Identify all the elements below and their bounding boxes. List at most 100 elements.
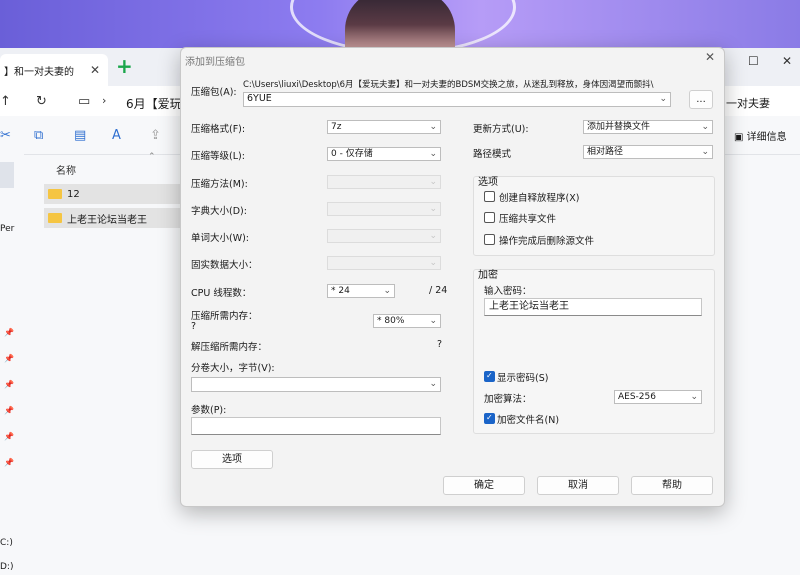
file-row[interactable]: 12 <box>44 184 184 204</box>
word-select[interactable]: ⌄ <box>327 229 441 243</box>
banner-figure <box>345 0 455 48</box>
details-label: 详细信息 <box>746 132 787 143</box>
up-arrow-icon[interactable]: ↑ <box>0 94 11 109</box>
update-select[interactable]: 添加并替换文件 ⌄ <box>583 120 713 134</box>
dict-select[interactable]: ⌄ <box>327 202 441 216</box>
new-tab-icon[interactable]: + <box>116 54 133 78</box>
rename-icon[interactable]: A <box>112 128 121 143</box>
sort-up-icon: ⌃ <box>148 152 156 162</box>
enc-method-select[interactable]: AES-256 ⌄ <box>614 390 702 404</box>
show-password-label[interactable]: 显示密码(S) <box>497 370 548 384</box>
file-row[interactable]: 上老王论坛当老王 <box>44 208 184 228</box>
path-mode-value: 相对路径 <box>587 147 624 157</box>
browse-button[interactable]: ... <box>689 90 713 109</box>
format-value: 7z <box>331 122 342 132</box>
file-name: 12 <box>67 188 80 200</box>
shared-files-label[interactable]: 压缩共享文件 <box>499 211 556 225</box>
computer-icon: ▭ <box>78 94 91 109</box>
solid-select[interactable]: ⌄ <box>327 256 441 270</box>
file-name: 上老王论坛当老王 <box>67 214 147 226</box>
drive-c-label[interactable]: C:) <box>0 538 13 548</box>
show-password-checkbox[interactable] <box>484 371 495 382</box>
folder-icon <box>48 189 62 199</box>
sfx-label[interactable]: 创建自释放程序(X) <box>499 190 579 204</box>
params-input[interactable] <box>191 417 441 435</box>
tab-close-icon[interactable]: ✕ <box>90 63 100 77</box>
share-icon[interactable]: ⇪ <box>150 128 161 143</box>
address-path[interactable]: 6月【爱玩 <box>126 95 182 112</box>
options-button[interactable]: 选项 <box>191 450 273 469</box>
method-select[interactable]: ⌄ <box>327 175 441 189</box>
threads-select[interactable]: * 24 ⌄ <box>327 284 395 298</box>
wallpaper-banner <box>0 0 800 54</box>
volume-combo[interactable]: ⌄ <box>191 377 441 392</box>
decomp-label: 解压缩所需内存： <box>191 342 268 353</box>
explorer-tab[interactable]: 】和一对夫妻的 ✕ <box>0 54 108 86</box>
paste-icon[interactable]: ▤ <box>74 128 86 143</box>
archive-name-combo[interactable]: 6YUE ⌄ <box>243 92 671 107</box>
folder-icon <box>48 213 62 223</box>
password-value: 上老王论坛当老王 <box>489 301 569 312</box>
format-select[interactable]: 7z ⌄ <box>327 120 441 134</box>
params-label: 参数(P): <box>191 405 227 416</box>
add-to-archive-dialog: 添加到压缩包 ✕ 压缩包(A): C:\Users\liuxi\Desktop\… <box>180 47 725 507</box>
chevron-down-icon: ⌄ <box>429 177 437 187</box>
shared-files-checkbox[interactable] <box>484 212 495 223</box>
enc-method-value: AES-256 <box>618 392 656 402</box>
delete-source-label[interactable]: 操作完成后删除源文件 <box>499 233 594 247</box>
delete-source-checkbox[interactable] <box>484 234 495 245</box>
word-label: 单词大小(W): <box>191 233 250 244</box>
level-value: 0 - 仅存储 <box>331 149 373 159</box>
maximize-icon[interactable]: ☐ <box>748 54 759 68</box>
options-group: 选项 创建自释放程序(X) 压缩共享文件 操作完成后删除源文件 <box>473 176 715 256</box>
pin-icon: 📌 <box>4 432 14 441</box>
encrypt-names-label[interactable]: 加密文件名(N) <box>497 412 559 426</box>
pin-icon: 📌 <box>4 380 14 389</box>
pin-icon: 📌 <box>4 354 14 363</box>
cut-icon[interactable]: ✂ <box>0 128 11 143</box>
details-icon: ▣ <box>734 132 747 143</box>
path-mode-select[interactable]: 相对路径 ⌄ <box>583 145 713 159</box>
mem-value-unknown: ? <box>191 321 197 332</box>
mem-label: 压缩所需内存： <box>191 311 258 322</box>
path-mode-label: 路径模式 <box>473 149 512 160</box>
pin-icon: 📌 <box>4 328 14 337</box>
sfx-checkbox[interactable] <box>484 191 495 202</box>
sidebar-item-label[interactable]: Per <box>0 224 14 234</box>
chevron-down-icon: ⌄ <box>429 316 437 326</box>
close-window-icon[interactable]: ✕ <box>782 54 792 68</box>
sidebar-selected-item[interactable] <box>0 162 14 188</box>
encrypt-names-checkbox[interactable] <box>484 413 495 424</box>
copy-icon[interactable]: ⧉ <box>34 128 43 143</box>
chevron-down-icon: ⌄ <box>429 379 437 389</box>
refresh-icon[interactable]: ↻ <box>36 94 47 109</box>
decomp-value: ? <box>437 339 443 350</box>
method-label: 压缩方法(M): <box>191 179 248 190</box>
level-label: 压缩等级(L): <box>191 151 245 162</box>
cancel-button[interactable]: 取消 <box>537 476 619 495</box>
chevron-down-icon: ⌄ <box>659 94 667 104</box>
address-path-tail[interactable]: 一对夫妻 <box>726 95 770 111</box>
volume-label: 分卷大小，字节(V): <box>191 363 275 374</box>
drive-d-label[interactable]: D:) <box>0 562 13 572</box>
level-select[interactable]: 0 - 仅存储 ⌄ <box>327 147 441 161</box>
navigation-pane: Per 📌 📌 📌 📌 📌 📌 C:) D:) <box>0 154 24 575</box>
encryption-group: 加密 输入密码： 上老王论坛当老王 显示密码(S) 加密算法： AES-256 ⌄… <box>473 269 715 434</box>
pin-icon: 📌 <box>4 406 14 415</box>
threads-total: / 24 <box>429 285 448 296</box>
mem-value: * 80% <box>377 316 405 326</box>
chevron-down-icon: ⌄ <box>429 258 437 268</box>
password-input[interactable]: 上老王论坛当老王 <box>484 298 702 316</box>
column-header-name[interactable]: 名称 <box>56 162 76 177</box>
password-label: 输入密码： <box>484 286 532 297</box>
close-icon[interactable]: ✕ <box>705 50 715 64</box>
mem-select[interactable]: * 80% ⌄ <box>373 314 441 328</box>
help-button[interactable]: 帮助 <box>631 476 713 495</box>
ok-button[interactable]: 确定 <box>443 476 525 495</box>
details-button[interactable]: ▣ 详细信息 <box>734 128 787 143</box>
archive-name-value: 6YUE <box>247 93 272 104</box>
file-list: ⌃ 名称 12 上老王论坛当老王 <box>44 152 184 575</box>
solid-label: 固实数据大小： <box>191 260 258 271</box>
chevron-right-icon[interactable]: › <box>102 94 106 107</box>
pin-icon: 📌 <box>4 458 14 467</box>
